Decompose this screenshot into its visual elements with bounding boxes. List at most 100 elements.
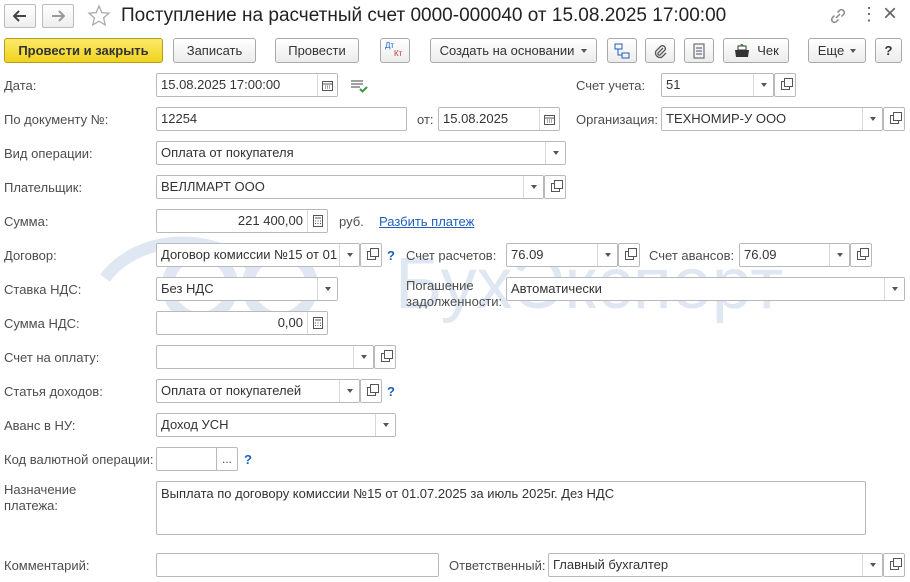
payer-label: Плательщик: <box>4 180 83 195</box>
income-item-open-button[interactable] <box>360 379 382 403</box>
operation-type-field[interactable]: Оплата от покупателя <box>156 141 566 165</box>
chevron-down-icon[interactable] <box>753 74 773 96</box>
chevron-down-icon[interactable] <box>339 244 359 266</box>
contract-help-icon[interactable]: ? <box>387 248 395 263</box>
invoice-open-button[interactable] <box>374 345 396 369</box>
close-icon[interactable]: × <box>883 0 897 28</box>
post-and-close-button[interactable]: Провести и закрыть <box>4 38 163 63</box>
contract-open-button[interactable] <box>360 243 382 267</box>
account-open-button[interactable] <box>774 73 796 97</box>
currency-op-select-button[interactable]: ... <box>216 447 238 471</box>
receipt-button[interactable]: Чек <box>723 38 789 63</box>
contract-label: Договор: <box>4 248 57 263</box>
payer-open-button[interactable] <box>544 175 566 199</box>
income-item-help-icon[interactable]: ? <box>387 384 395 399</box>
arrow-right-icon <box>52 10 65 22</box>
chevron-down-icon <box>850 48 857 53</box>
account-field[interactable]: 51 <box>661 73 774 97</box>
document-check-icon[interactable] <box>349 78 369 94</box>
date-label: Дата: <box>4 78 37 93</box>
create-based-on-button[interactable]: Создать на основании <box>430 38 597 63</box>
income-item-field[interactable]: Оплата от покупателей <box>156 379 360 403</box>
invoice-label: Счет на оплату: <box>4 350 100 365</box>
vat-rate-field[interactable]: Без НДС <box>156 277 338 301</box>
chevron-down-icon[interactable] <box>317 278 337 300</box>
attachments-button[interactable] <box>645 38 675 63</box>
favorite-star-icon[interactable] <box>87 4 111 28</box>
operation-type-label: Вид операции: <box>4 146 93 161</box>
chevron-down-icon[interactable] <box>862 108 882 130</box>
report-button[interactable] <box>684 38 714 63</box>
comment-field[interactable] <box>156 553 439 577</box>
chevron-down-icon[interactable] <box>375 414 395 436</box>
chevron-down-icon[interactable] <box>339 380 359 402</box>
purpose-textarea[interactable]: Выплата по договору комиссии №15 от 01.0… <box>156 481 866 535</box>
sum-label: Сумма: <box>4 214 49 229</box>
chevron-down-icon[interactable] <box>523 176 543 198</box>
organization-label: Организация: <box>576 112 659 127</box>
chevron-down-icon[interactable] <box>545 142 565 164</box>
chevron-down-icon[interactable] <box>597 244 617 266</box>
open-icon <box>366 383 379 396</box>
open-icon <box>856 247 869 260</box>
help-button[interactable]: ? <box>875 38 902 63</box>
payer-field[interactable]: ВЕЛЛМАРТ ООО <box>156 175 544 199</box>
open-icon <box>624 247 637 260</box>
from-date-field[interactable]: 15.08.2025 <box>438 107 560 131</box>
structure-button[interactable] <box>607 38 637 63</box>
advance-nu-field[interactable]: Доход УСН <box>156 413 396 437</box>
calculator-icon[interactable] <box>307 312 327 334</box>
post-button[interactable]: Провести <box>275 38 359 63</box>
more-label: Еще <box>817 43 845 58</box>
link-icon[interactable] <box>828 6 848 26</box>
doc-number-field[interactable]: 12254 <box>156 107 407 131</box>
forward-button[interactable] <box>42 4 74 28</box>
purpose-label-line1: Назначение <box>4 482 77 497</box>
currency-op-help-icon[interactable]: ? <box>244 452 252 467</box>
responsible-field[interactable]: Главный бухгалтер <box>548 553 883 577</box>
split-payment-link[interactable]: Разбить платеж <box>379 214 474 229</box>
sum-field[interactable]: 221 400,00 <box>156 209 328 233</box>
currency-op-field[interactable] <box>156 447 218 471</box>
responsible-open-button[interactable] <box>883 553 905 577</box>
contract-field[interactable]: Договор комиссии №15 от 01 <box>156 243 360 267</box>
doc-number-label: По документу №: <box>4 112 109 127</box>
open-icon <box>889 111 902 124</box>
save-button[interactable]: Записать <box>173 38 256 63</box>
create-based-on-label: Создать на основании <box>439 43 575 58</box>
paperclip-icon <box>654 44 667 58</box>
chevron-down-icon[interactable] <box>353 346 373 368</box>
vat-sum-field[interactable]: 0,00 <box>156 311 328 335</box>
more-button[interactable]: Еще <box>808 38 866 63</box>
responsible-label: Ответственный: <box>449 558 546 573</box>
organization-open-button[interactable] <box>883 107 905 131</box>
document-list-icon <box>693 43 705 58</box>
open-icon <box>889 557 902 570</box>
date-field[interactable]: 15.08.2025 17:00:00 <box>156 73 338 97</box>
cash-register-icon <box>735 43 750 57</box>
settlement-account-field[interactable]: 76.09 <box>506 243 618 267</box>
chevron-down-icon[interactable] <box>829 244 849 266</box>
debt-repayment-field[interactable]: Автоматически <box>506 277 905 301</box>
income-item-label: Статья доходов: <box>4 384 103 399</box>
purpose-label-line2: платежа: <box>4 498 58 513</box>
chevron-down-icon[interactable] <box>884 278 904 300</box>
invoice-field[interactable] <box>156 345 374 369</box>
settlement-account-open-button[interactable] <box>618 243 640 267</box>
chevron-down-icon[interactable] <box>862 554 882 576</box>
advance-account-open-button[interactable] <box>850 243 872 267</box>
page-title: Поступление на расчетный счет 0000-00004… <box>121 5 727 26</box>
dtkt-button[interactable]: Дт Кт <box>380 38 410 63</box>
vat-rate-label: Ставка НДС: <box>4 282 82 297</box>
advance-account-field[interactable]: 76.09 <box>739 243 850 267</box>
calendar-icon[interactable] <box>317 74 337 96</box>
back-button[interactable] <box>4 4 36 28</box>
calendar-icon[interactable] <box>539 108 559 130</box>
more-menu-icon[interactable]: ⋮ <box>860 4 878 25</box>
calculator-icon[interactable] <box>307 210 327 232</box>
open-icon <box>780 77 793 90</box>
organization-field[interactable]: ТЕХНОМИР-У ООО <box>661 107 883 131</box>
debt-repayment-label-line1: Погашение <box>406 278 474 293</box>
settlement-account-label: Счет расчетов: <box>406 248 497 263</box>
receipt-label: Чек <box>757 43 779 58</box>
